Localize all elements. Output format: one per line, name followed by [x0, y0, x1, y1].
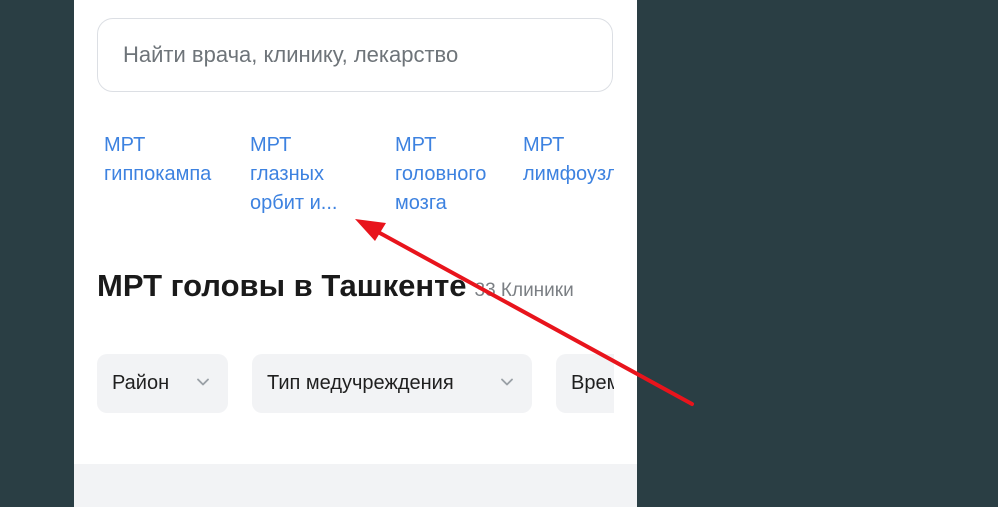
quick-link-line: МРТ: [523, 134, 565, 156]
search-box[interactable]: [97, 18, 613, 92]
content-panel: МРТ гиппокампа МРТ глазных орбит и... МР…: [74, 0, 637, 507]
filter-label: Врем: [571, 372, 614, 394]
quick-link-line: МРТ: [104, 134, 146, 156]
quick-link-line: МРТ: [395, 134, 437, 156]
chevron-down-icon: [501, 378, 513, 386]
search-input[interactable]: [121, 41, 612, 69]
filter-time-dropdown[interactable]: Врем: [556, 354, 614, 413]
quick-link-line: лимфоузл: [523, 163, 614, 185]
section-divider: [74, 464, 637, 507]
clinic-count: 33 Клиники: [474, 280, 574, 301]
page-title: МРТ головы в Ташкенте: [97, 268, 467, 303]
quick-link-line: глазных: [250, 163, 325, 185]
quick-link-mrt-lymph-nodes[interactable]: МРТ лимфоузл: [523, 131, 614, 189]
quick-link-line: МРТ: [250, 134, 292, 156]
quick-links: МРТ гиппокампа МРТ глазных орбит и... МР…: [104, 131, 614, 221]
filter-label: Район: [112, 372, 170, 394]
filter-bar: Район Тип медучреждения Врем: [97, 354, 614, 414]
quick-link-mrt-hippocampus[interactable]: МРТ гиппокампа: [104, 131, 211, 189]
quick-link-mrt-orbits[interactable]: МРТ глазных орбит и...: [250, 131, 337, 218]
filter-facility-type-dropdown[interactable]: Тип медучреждения: [252, 354, 532, 413]
quick-link-line: орбит и...: [250, 192, 338, 214]
chevron-down-icon: [197, 378, 209, 386]
page-heading: МРТ головы в Ташкенте 33 Клиники: [97, 268, 574, 304]
quick-link-mrt-brain[interactable]: МРТ головного мозга: [395, 131, 486, 218]
quick-link-line: головного: [395, 163, 487, 185]
quick-link-line: мозга: [395, 192, 447, 214]
filter-district-dropdown[interactable]: Район: [97, 354, 228, 413]
filter-label: Тип медучреждения: [267, 372, 454, 394]
quick-link-line: гиппокампа: [104, 163, 212, 185]
